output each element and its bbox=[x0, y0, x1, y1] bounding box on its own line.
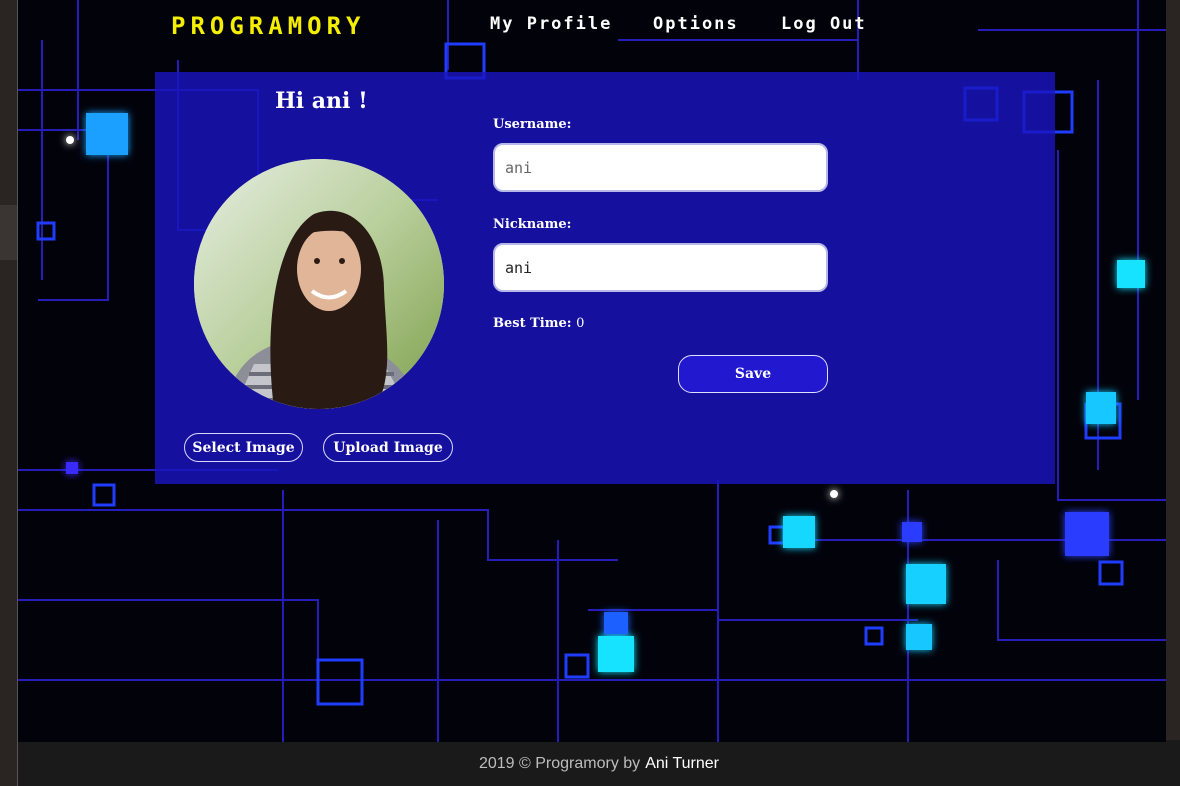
username-input[interactable] bbox=[493, 143, 828, 192]
browser-frame: PROGRAMORY My Profile Options Log Out Hi… bbox=[0, 0, 1180, 786]
footer-copyright: 2019 © Programory by bbox=[478, 755, 641, 772]
save-button[interactable]: Save bbox=[678, 355, 828, 393]
user-avatar-photo-icon bbox=[194, 159, 444, 409]
best-time-label: Best Time: bbox=[493, 316, 572, 331]
avatar bbox=[194, 159, 444, 409]
nickname-label: Nickname: bbox=[493, 217, 572, 232]
nav-log-out[interactable]: Log Out bbox=[781, 14, 867, 34]
username-label: Username: bbox=[493, 117, 572, 132]
window-edge-right bbox=[1166, 0, 1180, 740]
best-time: Best Time: 0 bbox=[493, 316, 584, 331]
select-image-button[interactable]: Select Image bbox=[184, 433, 303, 462]
footer-author-link[interactable]: Ani Turner bbox=[645, 755, 719, 773]
window-edge-left bbox=[0, 0, 18, 786]
best-time-value: 0 bbox=[576, 316, 585, 331]
profile-panel: Hi ani ! Select Image Upload Image Usern… bbox=[155, 72, 1055, 484]
footer: 2019 © Programory by Ani Turner bbox=[18, 742, 1180, 786]
nav-my-profile[interactable]: My Profile bbox=[490, 14, 612, 34]
upload-image-button[interactable]: Upload Image bbox=[323, 433, 453, 462]
nav-options[interactable]: Options bbox=[653, 14, 739, 34]
nickname-input[interactable] bbox=[493, 243, 828, 292]
app-logo[interactable]: PROGRAMORY bbox=[171, 12, 366, 40]
page-background: PROGRAMORY My Profile Options Log Out Hi… bbox=[18, 0, 1166, 742]
greeting-heading: Hi ani ! bbox=[275, 88, 368, 114]
